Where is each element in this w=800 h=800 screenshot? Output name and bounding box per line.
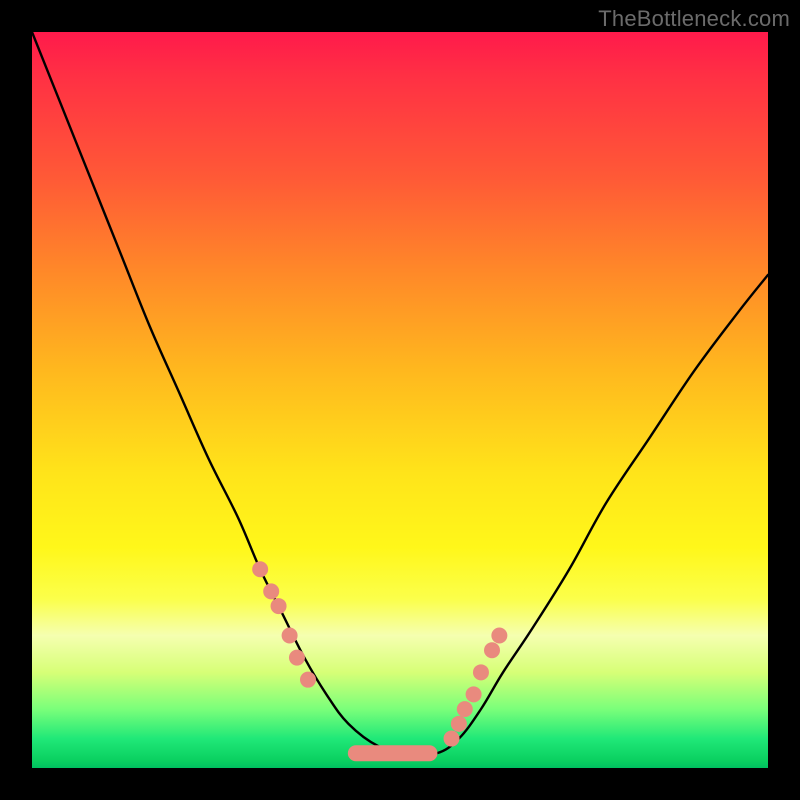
highlight-dot — [466, 686, 482, 702]
highlight-dot — [289, 650, 305, 666]
highlight-dot — [271, 598, 287, 614]
curve-layer — [32, 32, 768, 755]
highlight-dot — [451, 716, 467, 732]
highlight-dot — [282, 628, 298, 644]
highlight-dot — [252, 561, 268, 577]
highlight-dot — [491, 628, 507, 644]
highlight-dot — [444, 731, 460, 747]
dots-layer — [252, 561, 507, 746]
highlight-dot — [473, 664, 489, 680]
highlight-dot — [484, 642, 500, 658]
watermark-text: TheBottleneck.com — [598, 6, 790, 32]
plot-area — [32, 32, 768, 768]
bottleneck-curve — [32, 32, 768, 755]
chart-svg — [32, 32, 768, 768]
highlight-dot — [263, 583, 279, 599]
chart-frame: TheBottleneck.com — [0, 0, 800, 800]
highlight-dot — [300, 672, 316, 688]
highlight-dot — [457, 701, 473, 717]
